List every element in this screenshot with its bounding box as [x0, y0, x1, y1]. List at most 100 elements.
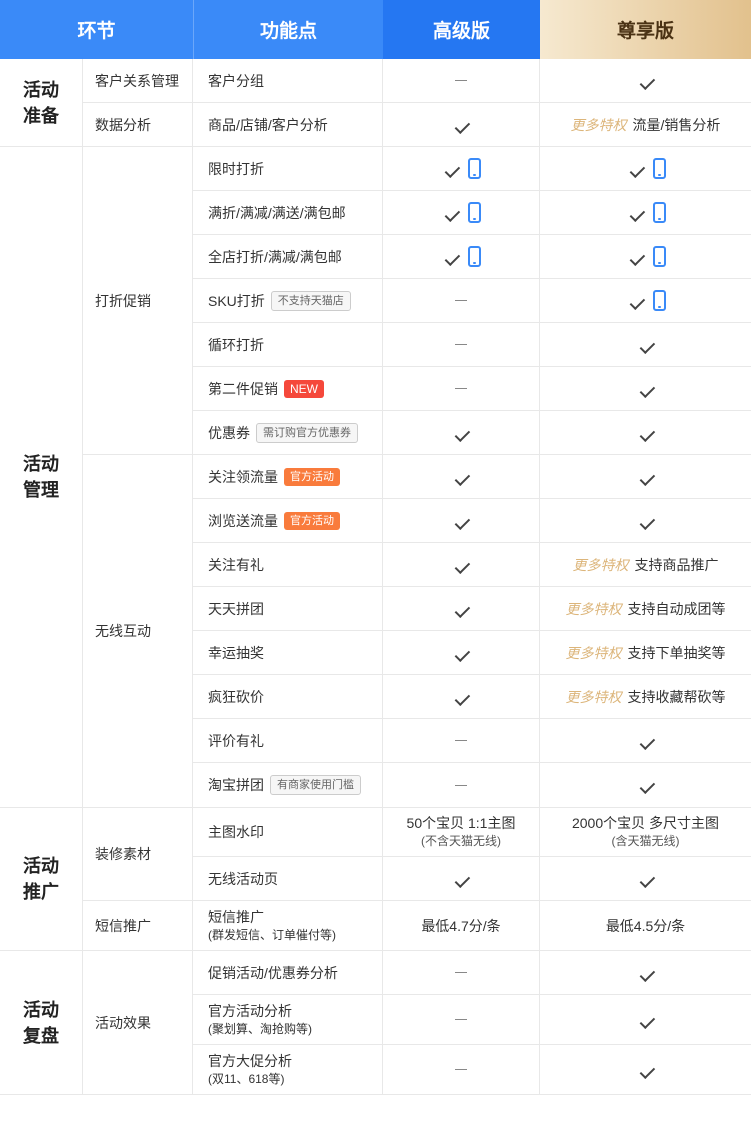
feature-store-discount: 全店打折/满减/满包邮 [193, 235, 383, 279]
check-icon [636, 513, 656, 529]
pre-cyclic-discount [540, 323, 751, 367]
feature-analysis: 商品/店铺/客户分析 [193, 103, 383, 147]
feature-note: (群发短信、订单催付等) [208, 927, 336, 942]
value-text: 支持自动成团等 [627, 600, 726, 617]
badge-threshold: 有商家使用门槛 [270, 775, 361, 795]
adv-sms: 最低4.7分/条 [383, 901, 540, 951]
sub-decor: 装修素材 [83, 808, 193, 901]
feature-review-gift: 评价有礼 [193, 719, 383, 763]
check-icon [441, 161, 461, 177]
adv-official-analysis [383, 995, 540, 1045]
feature-label: 官方大促分析 [208, 1052, 292, 1069]
mobile-phone-icon [652, 290, 666, 311]
header-advanced: 高级版 [383, 0, 540, 59]
pre-full-offers [540, 191, 751, 235]
check-icon [451, 557, 471, 573]
pre-store-discount [540, 235, 751, 279]
more-privileges-label: 更多特权 [570, 116, 627, 133]
feature-label: 官方活动分析 [208, 1002, 292, 1019]
pre-wireless-page [540, 857, 751, 901]
pre-analysis: 更多特权 流量/销售分析 [540, 103, 751, 147]
pre-official-analysis [540, 995, 751, 1045]
adv-lucky-draw [383, 631, 540, 675]
feature-promo-analysis: 促销活动/优惠券分析 [193, 951, 383, 995]
adv-limited-discount [383, 147, 540, 191]
dash-icon [455, 388, 467, 389]
pre-customer-group [540, 59, 751, 103]
value-text: 2000个宝贝 多尺寸主图 [571, 815, 720, 831]
dash-icon [455, 784, 467, 786]
sub-effect: 活动效果 [83, 951, 193, 1095]
value-text: 支持收藏帮砍等 [627, 688, 726, 705]
pre-follow-traffic [540, 455, 751, 499]
header-stage: 环节 [0, 0, 193, 59]
adv-sku-discount [383, 279, 540, 323]
adv-second-item [383, 367, 540, 411]
value-note: (不含天猫无线) [421, 834, 501, 848]
feature-label: 第二件促销 [208, 380, 278, 397]
feature-note: (聚划算、淘抢购等) [208, 1021, 312, 1036]
check-icon [441, 205, 461, 221]
adv-coupon [383, 411, 540, 455]
check-icon [451, 513, 471, 529]
value-text: 50个宝贝 1:1主图 [406, 815, 516, 831]
header-feature: 功能点 [193, 0, 383, 59]
adv-store-discount [383, 235, 540, 279]
adv-follow-gift [383, 543, 540, 587]
feature-second-item: 第二件促销 NEW [193, 367, 383, 411]
mobile-phone-icon [468, 158, 481, 179]
check-icon [636, 381, 656, 397]
mobile-phone-icon [652, 246, 666, 267]
badge-new: NEW [284, 379, 324, 398]
pre-limited-discount [540, 147, 751, 191]
check-icon [636, 1062, 656, 1078]
dash-icon [455, 740, 467, 741]
feature-follow-gift: 关注有礼 [193, 543, 383, 587]
check-icon [451, 469, 471, 485]
feature-sms: 短信推广 (群发短信、订单催付等) [193, 901, 383, 951]
sub-discount: 打折促销 [83, 147, 193, 455]
feature-note: (双11、618等) [208, 1071, 285, 1086]
feature-label: 短信推广 [208, 908, 264, 925]
check-icon [626, 249, 646, 265]
value-text: 支持下单抽奖等 [627, 644, 726, 661]
adv-review-gift [383, 719, 540, 763]
check-icon [636, 425, 656, 441]
adv-cyclic-discount [383, 323, 540, 367]
check-icon [451, 117, 471, 133]
feature-limited-discount: 限时打折 [193, 147, 383, 191]
feature-label: 关注领流量 [208, 468, 278, 485]
badge-no-tmall: 不支持天猫店 [270, 290, 351, 311]
check-icon [451, 645, 471, 661]
feature-customer-group: 客户分组 [193, 59, 383, 103]
dash-icon [455, 300, 467, 301]
badge-official: 官方活动 [284, 511, 340, 530]
adv-bargain [383, 675, 540, 719]
check-icon [636, 337, 656, 353]
check-icon [451, 689, 471, 705]
mobile-phone-icon [468, 202, 481, 223]
feature-label: 优惠券 [208, 424, 250, 441]
mobile-phone-icon [468, 246, 481, 267]
feature-watermark: 主图水印 [193, 808, 383, 857]
stage-promote: 活动 推广 [0, 808, 83, 951]
value-text: 支持商品推广 [634, 556, 719, 573]
pre-sms: 最低4.5分/条 [540, 901, 751, 951]
pre-promo-analysis [540, 951, 751, 995]
pre-bargain: 更多特权 支持收藏帮砍等 [540, 675, 751, 719]
pre-daily-group: 更多特权 支持自动成团等 [540, 587, 751, 631]
check-icon [636, 733, 656, 749]
pre-taobao-group [540, 763, 751, 808]
adv-taobao-group [383, 763, 540, 808]
value-text: 流量/销售分析 [632, 116, 721, 133]
adv-follow-traffic [383, 455, 540, 499]
sub-sms: 短信推广 [83, 901, 193, 951]
mobile-phone-icon [652, 202, 666, 223]
check-icon [636, 777, 656, 793]
pre-major-promo-analysis [540, 1045, 751, 1095]
adv-full-offers [383, 191, 540, 235]
feature-browse-traffic: 浏览送流量 官方活动 [193, 499, 383, 543]
pre-second-item [540, 367, 751, 411]
badge-official: 官方活动 [284, 467, 340, 486]
dash-icon [455, 1019, 467, 1020]
